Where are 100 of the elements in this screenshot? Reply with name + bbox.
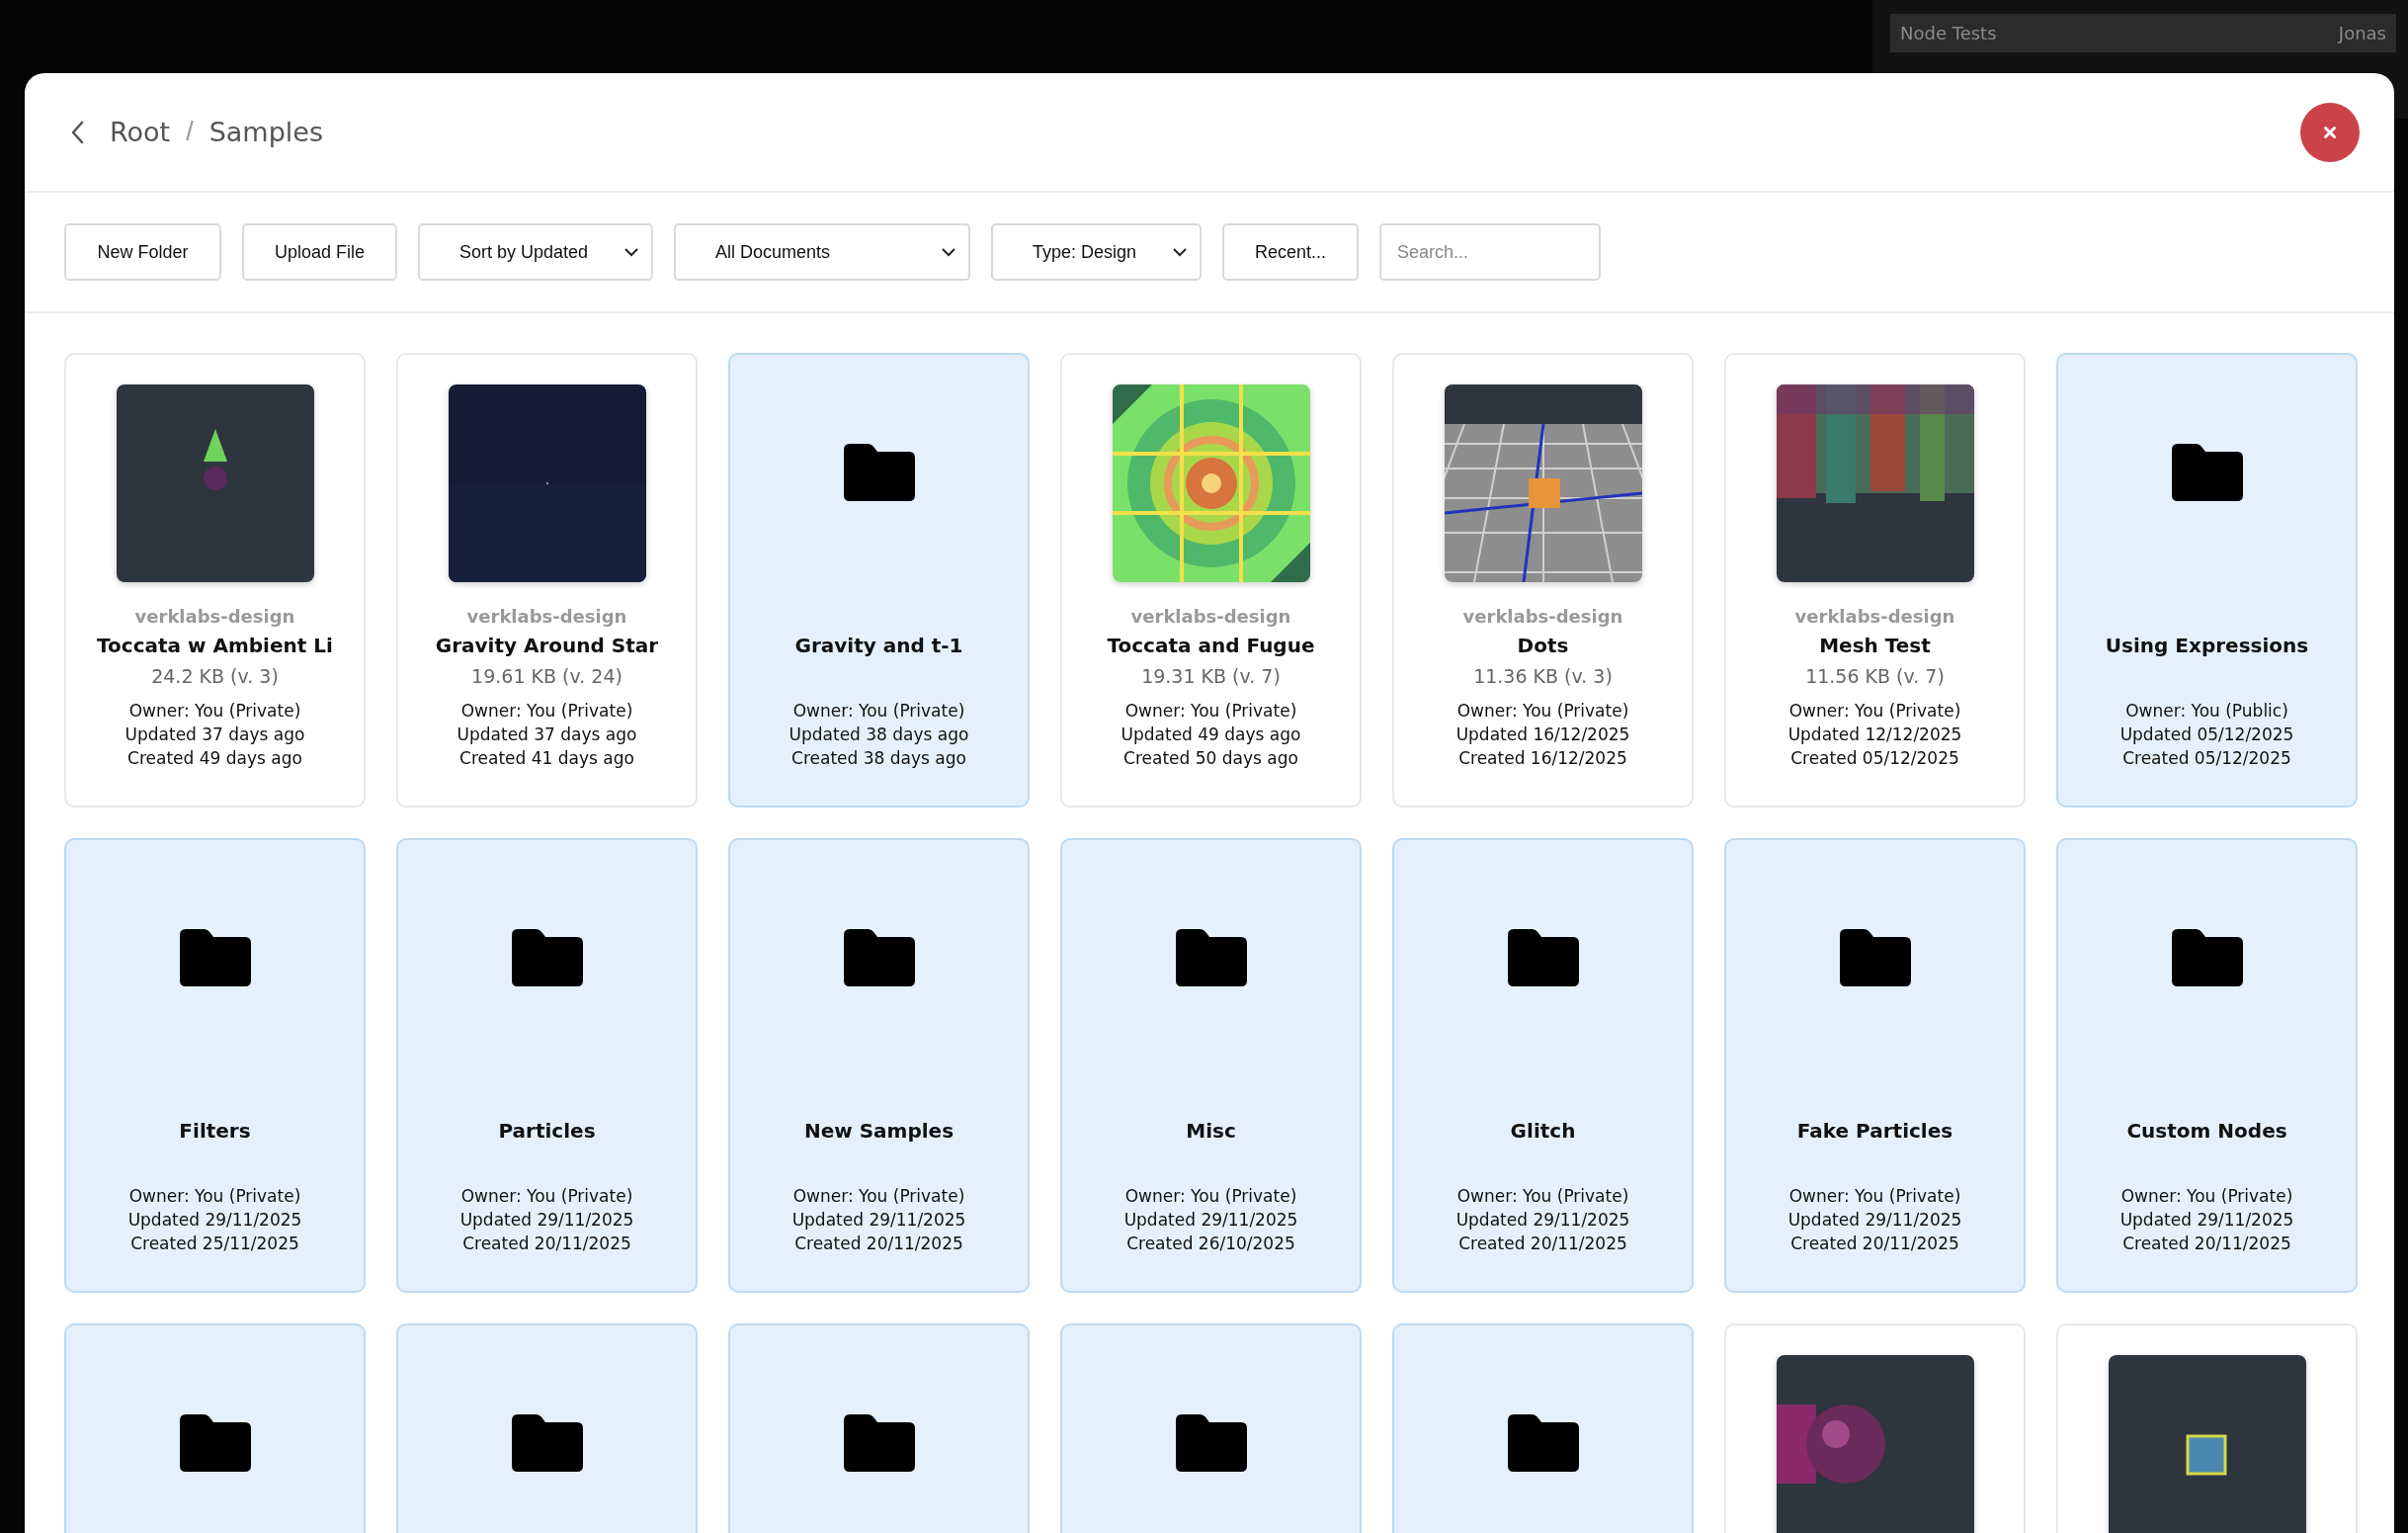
document-name: Gravity and t-1 bbox=[794, 634, 963, 657]
folder-card[interactable]: Misc Owner: You (Private) Updated 29/11/2025 Created 26/10/2025 bbox=[1060, 838, 1362, 1293]
folder-icon bbox=[1175, 1414, 1247, 1472]
file-size: 24.2 KB (v. 3) bbox=[151, 665, 279, 689]
folder-icon bbox=[2171, 444, 2243, 501]
created-date: Created 16/12/2025 bbox=[1458, 747, 1627, 770]
owner-text: Owner: You (Public) bbox=[2125, 700, 2288, 723]
owner-text: Owner: You (Private) bbox=[1124, 1185, 1297, 1208]
toolbar-button[interactable]: Recent... bbox=[1222, 223, 1359, 281]
chevron-down-icon bbox=[623, 247, 639, 257]
owner-text: Owner: You (Private) bbox=[460, 700, 633, 723]
design-card[interactable]: verklabs-design Dots 11.36 KB (v. 3) Owner: You (Private) Updated 16/12/2025 Created 16/12/2025 bbox=[1392, 353, 1694, 808]
updated-date: Updated 16/12/2025 bbox=[1455, 724, 1630, 746]
updated-date: Updated 37 days ago bbox=[457, 724, 637, 746]
folder-card[interactable]: Glitch Owner: You (Private) Updated 29/11/2025 Created 20/11/2025 bbox=[1392, 838, 1694, 1293]
document-name: Misc bbox=[1186, 1119, 1236, 1143]
owner-text: Owner: You (Private) bbox=[1124, 700, 1297, 723]
toolbar-button[interactable]: New Folder bbox=[64, 223, 221, 281]
folder-icon bbox=[843, 444, 915, 501]
updated-date: Updated 29/11/2025 bbox=[459, 1209, 634, 1232]
search-field[interactable]: Search... bbox=[1379, 223, 1601, 281]
document-name: Filters bbox=[179, 1119, 251, 1143]
design-card[interactable]: verklabs-design Mesh Test 11.56 KB (v. 7) Owner: You (Private) Updated 12/12/2025 Created 05/12/2025 bbox=[1724, 353, 2026, 808]
back-icon[interactable] bbox=[70, 120, 84, 144]
owner-text: Owner: You (Private) bbox=[128, 700, 301, 723]
updated-date: Updated 38 days ago bbox=[789, 724, 969, 746]
created-date: Created 38 days ago bbox=[791, 747, 966, 770]
team-name: verklabs-design bbox=[1130, 606, 1291, 628]
updated-date: Updated 49 days ago bbox=[1121, 724, 1301, 746]
design-card[interactable]: verklabs-design Toccata and Fugue 19.31 KB (v. 7) Owner: You (Private) Updated 49 days ago Created 50 days ago bbox=[1060, 353, 1362, 808]
owner-text: Owner: You (Private) bbox=[792, 1185, 965, 1208]
document-name: Toccata w Ambient Li bbox=[97, 634, 333, 657]
team-name: verklabs-design bbox=[134, 606, 295, 628]
folder-icon bbox=[1507, 1414, 1579, 1472]
document-name: Toccata and Fugue bbox=[1107, 634, 1315, 657]
file-size: 11.36 KB (v. 3) bbox=[1473, 665, 1613, 689]
dropdown-select[interactable]: Sort by Updated bbox=[418, 223, 653, 281]
document-name: New Samples bbox=[803, 1119, 955, 1143]
created-date: Created 05/12/2025 bbox=[2122, 747, 2291, 770]
document-name: Using Expressions bbox=[2105, 634, 2309, 657]
breadcrumb-separator: / bbox=[186, 117, 194, 147]
created-date: Created 25/11/2025 bbox=[130, 1233, 299, 1255]
design-card[interactable]: verklabs-design Toccata w Ambient Li 24.2 KB (v. 3) Owner: You (Private) Updated 37 days ago Created 49 days ago bbox=[64, 353, 366, 808]
chevron-down-icon bbox=[1172, 247, 1188, 257]
owner-text: Owner: You (Private) bbox=[1456, 1185, 1629, 1208]
updated-date: Updated 29/11/2025 bbox=[1455, 1209, 1630, 1232]
updated-date: Updated 12/12/2025 bbox=[1787, 724, 1962, 746]
updated-date: Updated 37 days ago bbox=[125, 724, 305, 746]
created-date: Created 41 days ago bbox=[459, 747, 634, 770]
owner-text: Owner: You (Private) bbox=[2120, 1185, 2293, 1208]
created-date: Created 20/11/2025 bbox=[1458, 1233, 1627, 1255]
updated-date: Updated 05/12/2025 bbox=[2119, 724, 2294, 746]
folder-icon bbox=[1507, 929, 1579, 986]
folder-icon bbox=[511, 1414, 583, 1472]
file-size: 19.31 KB (v. 7) bbox=[1141, 665, 1281, 689]
document-name: Glitch bbox=[1510, 1119, 1576, 1143]
created-date: Created 49 days ago bbox=[127, 747, 302, 770]
folder-card[interactable]: Custom Nodes Owner: You (Private) Updated 29/11/2025 Created 20/11/2025 bbox=[2056, 838, 2358, 1293]
updated-date: Updated 29/11/2025 bbox=[791, 1209, 966, 1232]
document-name: Dots bbox=[1517, 634, 1569, 657]
document-name: Particles bbox=[498, 1119, 596, 1143]
dropdown-select[interactable]: Type: Design bbox=[991, 223, 1202, 281]
owner-text: Owner: You (Private) bbox=[1456, 700, 1629, 723]
document-name: Custom Nodes bbox=[2126, 1119, 2287, 1143]
folder-card[interactable]: Particles Owner: You (Private) Updated 29/11/2025 Created 20/11/2025 bbox=[396, 838, 698, 1293]
breadcrumb-link[interactable]: Samples bbox=[208, 117, 323, 147]
created-date: Created 26/10/2025 bbox=[1126, 1233, 1295, 1255]
folder-icon bbox=[179, 929, 251, 986]
updated-date: Updated 29/11/2025 bbox=[1787, 1209, 1962, 1232]
owner-text: Owner: You (Private) bbox=[1788, 1185, 1961, 1208]
updated-date: Updated 29/11/2025 bbox=[2119, 1209, 2294, 1232]
file-size: 11.56 KB (v. 7) bbox=[1805, 665, 1945, 689]
team-name: verklabs-design bbox=[466, 606, 627, 628]
folder-card[interactable]: New Samples Owner: You (Private) Updated 29/11/2025 Created 20/11/2025 bbox=[728, 838, 1030, 1293]
owner-text: Owner: You (Private) bbox=[792, 700, 965, 723]
folder-icon bbox=[179, 1414, 251, 1472]
folder-icon bbox=[1175, 929, 1247, 986]
folder-card[interactable]: Filters Owner: You (Private) Updated 29/11/2025 Created 25/11/2025 bbox=[64, 838, 366, 1293]
toolbar-button[interactable]: Upload File bbox=[242, 223, 397, 281]
updated-date: Updated 29/11/2025 bbox=[1123, 1209, 1298, 1232]
created-date: Created 05/12/2025 bbox=[1790, 747, 1959, 770]
folder-card[interactable]: Using Expressions Owner: You (Public) Updated 05/12/2025 Created 05/12/2025 bbox=[2056, 353, 2358, 808]
user-name: Jonas bbox=[2338, 23, 2386, 43]
folder-icon bbox=[511, 929, 583, 986]
team-name: verklabs-design bbox=[1794, 606, 1955, 628]
folder-card[interactable]: Gravity and t-1 Owner: You (Private) Updated 38 days ago Created 38 days ago bbox=[728, 353, 1030, 808]
folder-icon bbox=[843, 1414, 915, 1472]
owner-text: Owner: You (Private) bbox=[128, 1185, 301, 1208]
created-date: Created 20/11/2025 bbox=[2122, 1233, 2291, 1255]
created-date: Created 20/11/2025 bbox=[794, 1233, 963, 1255]
owner-text: Owner: You (Private) bbox=[460, 1185, 633, 1208]
breadcrumb-link[interactable]: Root bbox=[110, 117, 171, 147]
design-card[interactable]: verklabs-design Gravity Around Star 19.61 KB (v. 24) Owner: You (Private) Updated 37 days ago Created 41 days ago bbox=[396, 353, 698, 808]
chevron-down-icon bbox=[941, 247, 956, 257]
folder-card[interactable]: Fake Particles Owner: You (Private) Updated 29/11/2025 Created 20/11/2025 bbox=[1724, 838, 2026, 1293]
team-name: verklabs-design bbox=[1462, 606, 1623, 628]
updated-date: Updated 29/11/2025 bbox=[127, 1209, 302, 1232]
created-date: Created 50 days ago bbox=[1123, 747, 1298, 770]
dropdown-select[interactable]: All Documents bbox=[674, 223, 970, 281]
folder-icon bbox=[843, 929, 915, 986]
